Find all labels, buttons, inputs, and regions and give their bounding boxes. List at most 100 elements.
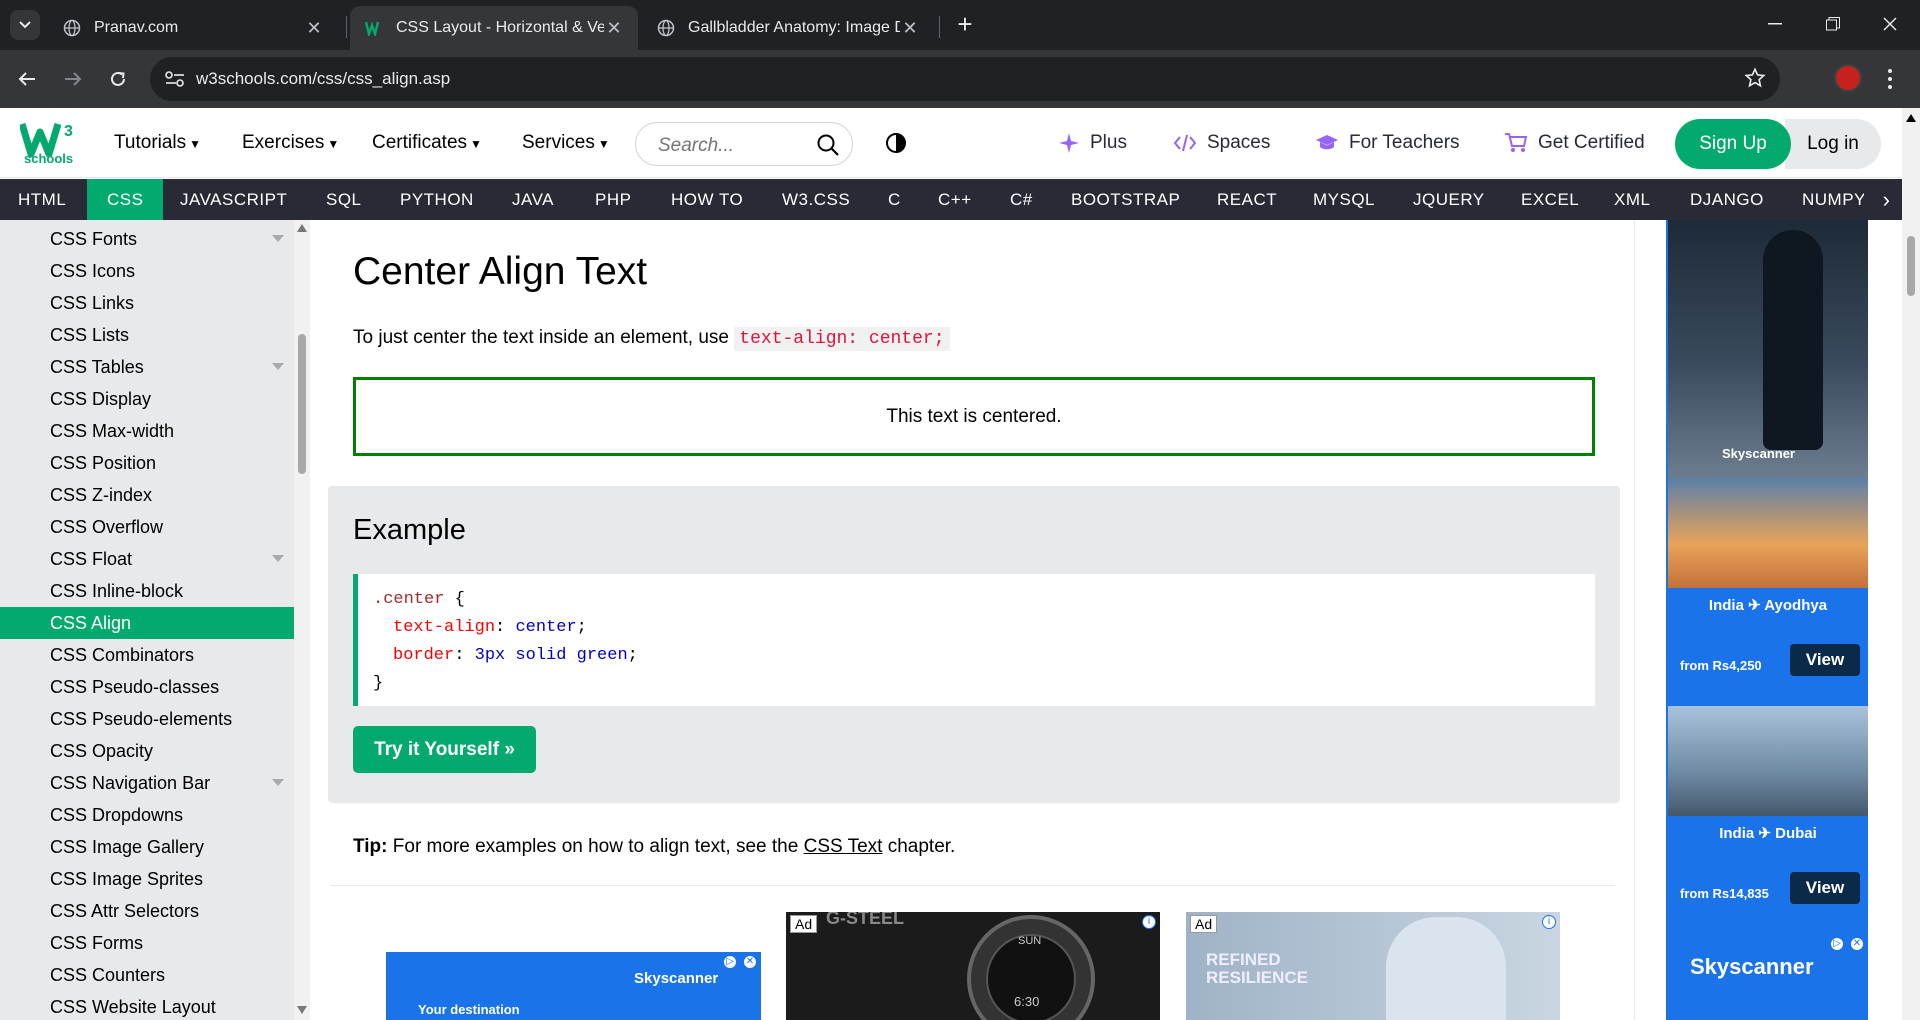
signup-button[interactable]: Sign Up: [1675, 119, 1791, 169]
page-scroll-thumb[interactable]: [1907, 236, 1915, 296]
bookmark-star-icon[interactable]: [1744, 67, 1766, 89]
back-button[interactable]: [12, 64, 42, 94]
nav-php[interactable]: PHP: [595, 179, 631, 220]
sidebar-item-navigation-bar[interactable]: CSS Navigation Bar: [0, 767, 294, 799]
address-bar[interactable]: w3schools.com/css/css_align.asp: [150, 57, 1780, 101]
sidebar-item-website-layout[interactable]: CSS Website Layout: [0, 991, 294, 1020]
sidebar-item-image-gallery[interactable]: CSS Image Gallery: [0, 831, 294, 863]
nav-csharp[interactable]: C#: [1010, 179, 1033, 220]
close-icon[interactable]: ✕: [604, 18, 624, 39]
close-window-button[interactable]: [1862, 0, 1918, 48]
sidebar-item-tables[interactable]: CSS Tables: [0, 351, 294, 383]
search-input[interactable]: [656, 134, 816, 158]
contrast-toggle-icon[interactable]: [885, 132, 907, 154]
nav-xml[interactable]: XML: [1614, 179, 1650, 220]
ad-choices-icon[interactable]: ▷: [1830, 937, 1844, 951]
search-icon[interactable]: [816, 133, 840, 157]
nav-bootstrap[interactable]: BOOTSTRAP: [1071, 179, 1180, 220]
minimize-button[interactable]: [1747, 0, 1803, 48]
flight-ad-ayodhya[interactable]: India ✈ Ayodhya from Rs4,250 View: [1668, 478, 1868, 706]
spaces-link[interactable]: Spaces: [1173, 132, 1270, 154]
nav-c[interactable]: C: [888, 179, 901, 220]
nav-cpp[interactable]: C++: [938, 179, 972, 220]
caret-down-icon[interactable]: [272, 363, 284, 370]
flight-ad-dubai[interactable]: India ✈ Dubai from Rs14,835 View: [1668, 706, 1868, 934]
reload-button[interactable]: [103, 64, 133, 94]
traveler-photo-ad[interactable]: Skyscanner: [1668, 220, 1868, 478]
sidebar-item-fonts[interactable]: CSS Fonts: [0, 223, 294, 255]
sidebar-item-links[interactable]: CSS Links: [0, 287, 294, 319]
scroll-up-icon[interactable]: [297, 224, 307, 232]
tab-gallbladder[interactable]: Gallbladder Anatomy: Image De ✕: [642, 6, 934, 50]
nav-django[interactable]: DJANGO: [1690, 179, 1764, 220]
sidebar-scroll-thumb[interactable]: [298, 334, 306, 474]
try-it-yourself-button[interactable]: Try it Yourself »: [353, 726, 536, 773]
caret-down-icon[interactable]: [272, 779, 284, 786]
nav-python[interactable]: PYTHON: [400, 179, 474, 220]
nav-jquery[interactable]: JQUERY: [1413, 179, 1485, 220]
sidebar-item-position[interactable]: CSS Position: [0, 447, 294, 479]
sidebar-item-icons[interactable]: CSS Icons: [0, 255, 294, 287]
sidebar-item-lists[interactable]: CSS Lists: [0, 319, 294, 351]
new-tab-button[interactable]: +: [950, 10, 980, 40]
sidebar-item-attr-selectors[interactable]: CSS Attr Selectors: [0, 895, 294, 927]
forward-button[interactable]: [58, 64, 88, 94]
chevron-right-icon[interactable]: ›: [1883, 179, 1890, 220]
nav-css[interactable]: CSS: [87, 179, 164, 220]
restore-button[interactable]: [1805, 0, 1861, 48]
caret-down-icon[interactable]: [272, 555, 284, 562]
caret-down-icon[interactable]: [272, 235, 284, 242]
sidebar-item-pseudo-elements[interactable]: CSS Pseudo-elements: [0, 703, 294, 735]
close-icon[interactable]: ✕: [304, 18, 324, 39]
nav-html[interactable]: HTML: [18, 179, 66, 220]
scroll-down-icon[interactable]: [297, 1006, 307, 1014]
nav-javascript[interactable]: JAVASCRIPT: [180, 179, 287, 220]
view-button[interactable]: View: [1790, 644, 1860, 676]
nav-w3css[interactable]: W3.CSS: [782, 179, 850, 220]
sidebar-item-float[interactable]: CSS Float: [0, 543, 294, 575]
sidebar-scrollbar[interactable]: [294, 220, 310, 1020]
sidebar-item-overflow[interactable]: CSS Overflow: [0, 511, 294, 543]
sidebar-item-counters[interactable]: CSS Counters: [0, 959, 294, 991]
sidebar-item-image-sprites[interactable]: CSS Image Sprites: [0, 863, 294, 895]
close-icon[interactable]: ✕: [900, 18, 920, 39]
close-ad-icon[interactable]: ✕: [1850, 937, 1864, 951]
ad-info-icon[interactable]: i: [1542, 915, 1556, 929]
menu-tutorials[interactable]: Tutorials ▼: [114, 132, 201, 154]
browser-menu-icon[interactable]: [1880, 64, 1900, 94]
nav-mysql[interactable]: MYSQL: [1313, 179, 1375, 220]
login-button[interactable]: Log in: [1785, 119, 1881, 169]
nav-howto[interactable]: HOW TO: [671, 179, 743, 220]
menu-exercises[interactable]: Exercises ▼: [242, 132, 339, 154]
menu-certificates[interactable]: Certificates ▼: [372, 132, 482, 154]
ad-choices-icon[interactable]: ▷: [723, 955, 737, 969]
tab-search-button[interactable]: [10, 10, 40, 40]
for-teachers-link[interactable]: For Teachers: [1315, 132, 1460, 154]
plus-link[interactable]: Plus: [1058, 132, 1127, 154]
css-text-link[interactable]: CSS Text: [804, 836, 883, 857]
tab-css-layout[interactable]: CSS Layout - Horizontal & Verti ✕: [350, 6, 638, 50]
nav-java[interactable]: JAVA: [512, 179, 554, 220]
sidebar-item-forms[interactable]: CSS Forms: [0, 927, 294, 959]
sidebar-item-max-width[interactable]: CSS Max-width: [0, 415, 294, 447]
menu-services[interactable]: Services ▼: [522, 132, 610, 154]
get-certified-link[interactable]: Get Certified: [1504, 132, 1645, 154]
profile-avatar[interactable]: [1834, 64, 1862, 92]
nav-sql[interactable]: SQL: [326, 179, 362, 220]
fashion-ad[interactable]: Ad i REFINED RESILIENCE: [1186, 912, 1560, 1020]
site-search[interactable]: [635, 122, 853, 166]
sidebar-item-display[interactable]: CSS Display: [0, 383, 294, 415]
sidebar-item-combinators[interactable]: CSS Combinators: [0, 639, 294, 671]
sidebar-item-pseudo-classes[interactable]: CSS Pseudo-classes: [0, 671, 294, 703]
nav-excel[interactable]: EXCEL: [1521, 179, 1579, 220]
sidebar-item-align[interactable]: CSS Align: [0, 607, 294, 639]
sidebar-item-dropdowns[interactable]: CSS Dropdowns: [0, 799, 294, 831]
view-button[interactable]: View: [1790, 872, 1860, 904]
nav-react[interactable]: REACT: [1217, 179, 1277, 220]
scroll-up-icon[interactable]: [1906, 114, 1916, 122]
sidebar-item-inline-block[interactable]: CSS Inline-block: [0, 575, 294, 607]
nav-numpy[interactable]: NUMPY: [1802, 179, 1864, 220]
page-scrollbar[interactable]: [1902, 108, 1920, 1020]
close-ad-icon[interactable]: ✕: [743, 955, 757, 969]
skyscanner-banner-ad[interactable]: ▷ ✕ Skyscanner Your destination: [386, 952, 761, 1020]
